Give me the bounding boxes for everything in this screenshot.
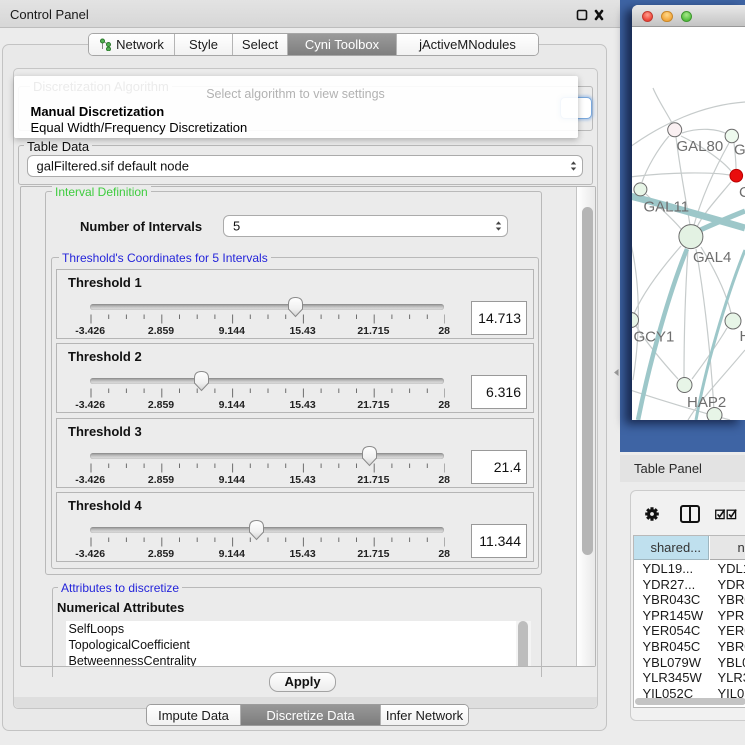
svg-text:G.: G. xyxy=(734,142,745,159)
svg-text:GCY1: GCY1 xyxy=(634,329,675,346)
svg-text:H: H xyxy=(740,328,745,345)
svg-text:C: C xyxy=(739,184,745,201)
svg-text:HAP2: HAP2 xyxy=(687,394,726,411)
svg-text:GAL11: GAL11 xyxy=(644,199,690,216)
svg-text:GAL80: GAL80 xyxy=(677,138,724,155)
svg-text:GAL4: GAL4 xyxy=(693,249,731,266)
